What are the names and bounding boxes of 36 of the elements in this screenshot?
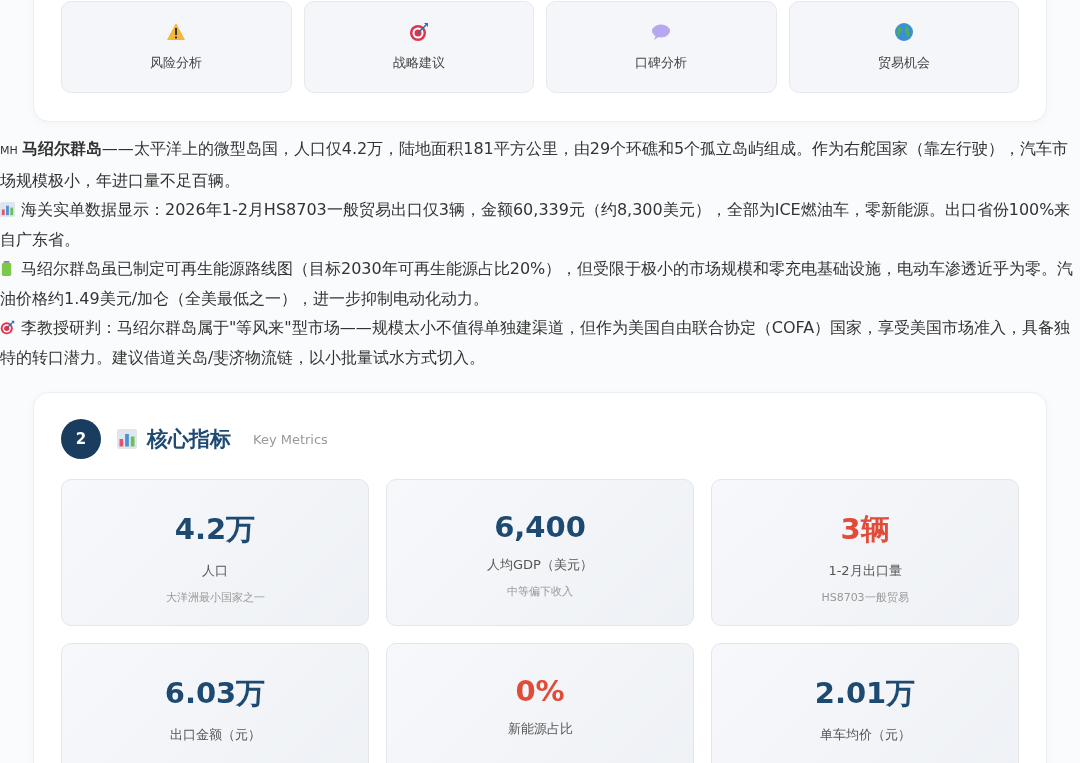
module-label: 口碑分析 xyxy=(635,54,688,72)
module-label: 贸易机会 xyxy=(877,54,930,72)
metric-value: 2.01万 xyxy=(814,675,916,712)
metric-value: 6.03万 xyxy=(164,675,266,712)
module-label: 风险分析 xyxy=(150,54,203,72)
globe-icon xyxy=(893,22,914,42)
warning-icon xyxy=(166,22,187,42)
bar-chart-icon xyxy=(117,429,137,449)
metric-note: HS8703一般贸易 xyxy=(821,590,909,605)
module-tile[interactable]: 贸易机会 xyxy=(788,1,1019,93)
paragraph: 李教授研判：马绍尔群岛属于"等风来"型市场——规模太小不值得单独建渠道，但作为美国自由联合协定（COFA）国家，享受美国市场准入，具备独特的转口潜力。建议借道关岛/斐济物流链，以小批量试水方式切入。 xyxy=(0,317,1072,369)
paragraph: 马绍尔群岛虽已制定可再生能源路线图（目标2030年可再生能源占比20%），但受限于极小的市场规模和零充电基础设施，电动车渗透近乎为零。汽油价格约1.49美元/加仑（全美最低之一），进一步抑制电动化动力。 xyxy=(0,258,1075,310)
module-label: 战略建议 xyxy=(392,54,445,72)
metric-label: 1-2月出口量 xyxy=(828,562,902,580)
metric-value: 6,400 xyxy=(494,510,586,544)
metric-label: 出口金额（元） xyxy=(169,726,261,744)
metric-label: 新能源占比 xyxy=(507,720,573,738)
module-tile[interactable]: 风险分析 xyxy=(61,1,292,93)
section-subtitle: Key Metrics xyxy=(253,431,328,447)
section-number: 2 xyxy=(61,419,101,459)
section-title: 核心指标 xyxy=(147,426,231,453)
speech-bubble-icon xyxy=(651,22,672,42)
target-icon xyxy=(408,22,429,42)
metric-label: 单车均价（元） xyxy=(819,726,911,744)
module-tile[interactable]: 战略建议 xyxy=(303,1,534,93)
metric-value: 0% xyxy=(515,674,565,708)
metric-label: 人口 xyxy=(202,562,228,580)
module-tile[interactable]: 口碑分析 xyxy=(546,1,777,93)
paragraph: MH 马绍尔群岛——太平洋上的微型岛国，人口仅4.2万，陆地面积181平方公里，由29个环礁和5个孤立岛屿组成。作为右舵国家（靠左行驶），汽车市场规模极小，年进口量不足百辆。 xyxy=(0,138,1070,192)
metric-note: 中等偏下收入 xyxy=(507,584,573,599)
metric-value: 3辆 xyxy=(840,511,890,548)
metric-note: 大洋洲最小国家之一 xyxy=(165,590,265,605)
metric-value: 4.2万 xyxy=(174,511,256,548)
bar-chart-icon xyxy=(0,202,15,217)
paragraph: 海关实单数据显示：2026年1-2月HS8703一般贸易出口仅3辆，金额60,339元（约8,300美元），全部为ICE燃油车，零新能源。出口省份100%来自广东省。 xyxy=(0,199,1072,251)
metric-label: 人均GDP（美元） xyxy=(487,556,593,574)
